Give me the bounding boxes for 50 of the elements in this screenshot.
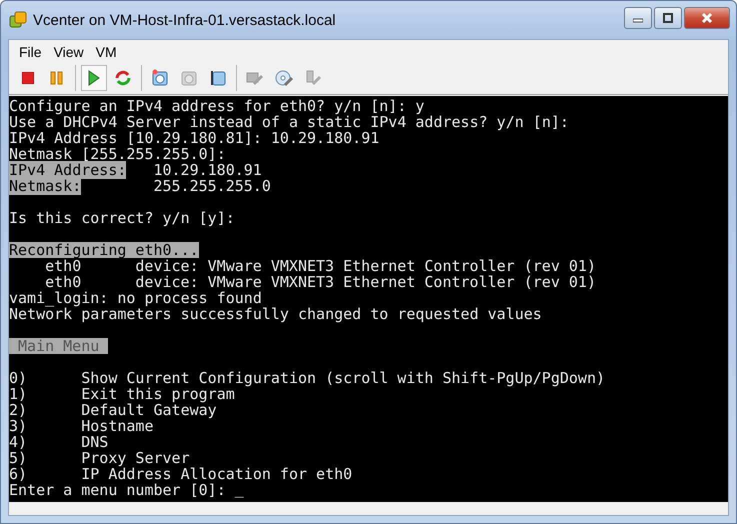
app-icon: [9, 11, 27, 29]
maximize-button[interactable]: [654, 7, 682, 29]
console-text: Network parameters successfully changed to requested values: [9, 306, 542, 322]
stop-icon: [22, 72, 34, 84]
menu-option: Show Current Configuration (scroll with Shift-PgUp/PgDown): [81, 370, 606, 386]
menu-option: Exit this program: [81, 386, 235, 402]
close-icon: [701, 12, 713, 24]
maximize-icon: [663, 13, 673, 23]
menu-option: IP Address Allocation for eth0: [81, 466, 352, 482]
console-text: Use a DHCPv4 Server instead of a static IPv4 address? y/n [n]:: [9, 114, 569, 130]
text-cursor: _: [234, 482, 244, 498]
play-icon: [88, 70, 100, 86]
menu-number: 3): [9, 417, 28, 435]
menu-number: 2): [9, 401, 28, 419]
device-text: device: VMware VMXNET3 Ethernet Controller (rev 01): [135, 258, 596, 274]
reset-icon: [114, 69, 132, 87]
console-text: vami_login: no process found: [9, 290, 262, 306]
console-text: IPv4 Address [10.29.180.81]: 10.29.180.91: [9, 130, 380, 146]
menu-option: Hostname: [81, 418, 154, 434]
status-text: Reconfiguring eth0...: [9, 242, 199, 258]
console-text: Netmask [255.255.255.0]:: [9, 146, 226, 162]
console-screen[interactable]: [9, 96, 728, 502]
disc-icon: [275, 69, 293, 87]
console-text: Is this correct? y/n [y]:: [9, 210, 235, 226]
menu-option: Default Gateway: [81, 402, 217, 418]
device-name: eth0: [45, 257, 82, 275]
menu-item[interactable]: File: [13, 44, 48, 60]
window-title: Vcenter on VM-Host-Infra-01.versastack.local: [33, 12, 337, 28]
menu-option: DNS: [81, 434, 108, 450]
field-label: Netmask:: [9, 177, 82, 195]
menu-item[interactable]: View: [48, 44, 90, 60]
prompt-text: Enter a menu number [0]:: [9, 482, 226, 498]
minimize-button[interactable]: [624, 7, 652, 29]
field-value: 255.255.255.0: [153, 178, 271, 194]
toolbar-button[interactable]: [81, 65, 107, 91]
field-label: IPv4 Address:: [9, 161, 126, 179]
menu-number: 4): [9, 433, 28, 451]
device-name: eth0: [45, 273, 82, 291]
device-text: device: VMware VMXNET3 Ethernet Controller (rev 01): [135, 274, 596, 290]
pause-icon: [50, 71, 64, 85]
menu-heading: Main Menu: [9, 338, 108, 354]
menu-number: 0): [9, 369, 28, 387]
menu-number: 1): [9, 385, 28, 403]
close-button[interactable]: [684, 7, 730, 29]
menu-option: Proxy Server: [81, 450, 190, 466]
menu-number: 6): [9, 465, 28, 483]
console-text: Configure an IPv4 address for eth0? y/n [n]: y: [9, 98, 424, 114]
field-value: 10.29.180.91: [153, 162, 262, 178]
menu-item[interactable]: VM: [90, 44, 123, 60]
menu-number: 5): [9, 449, 28, 467]
